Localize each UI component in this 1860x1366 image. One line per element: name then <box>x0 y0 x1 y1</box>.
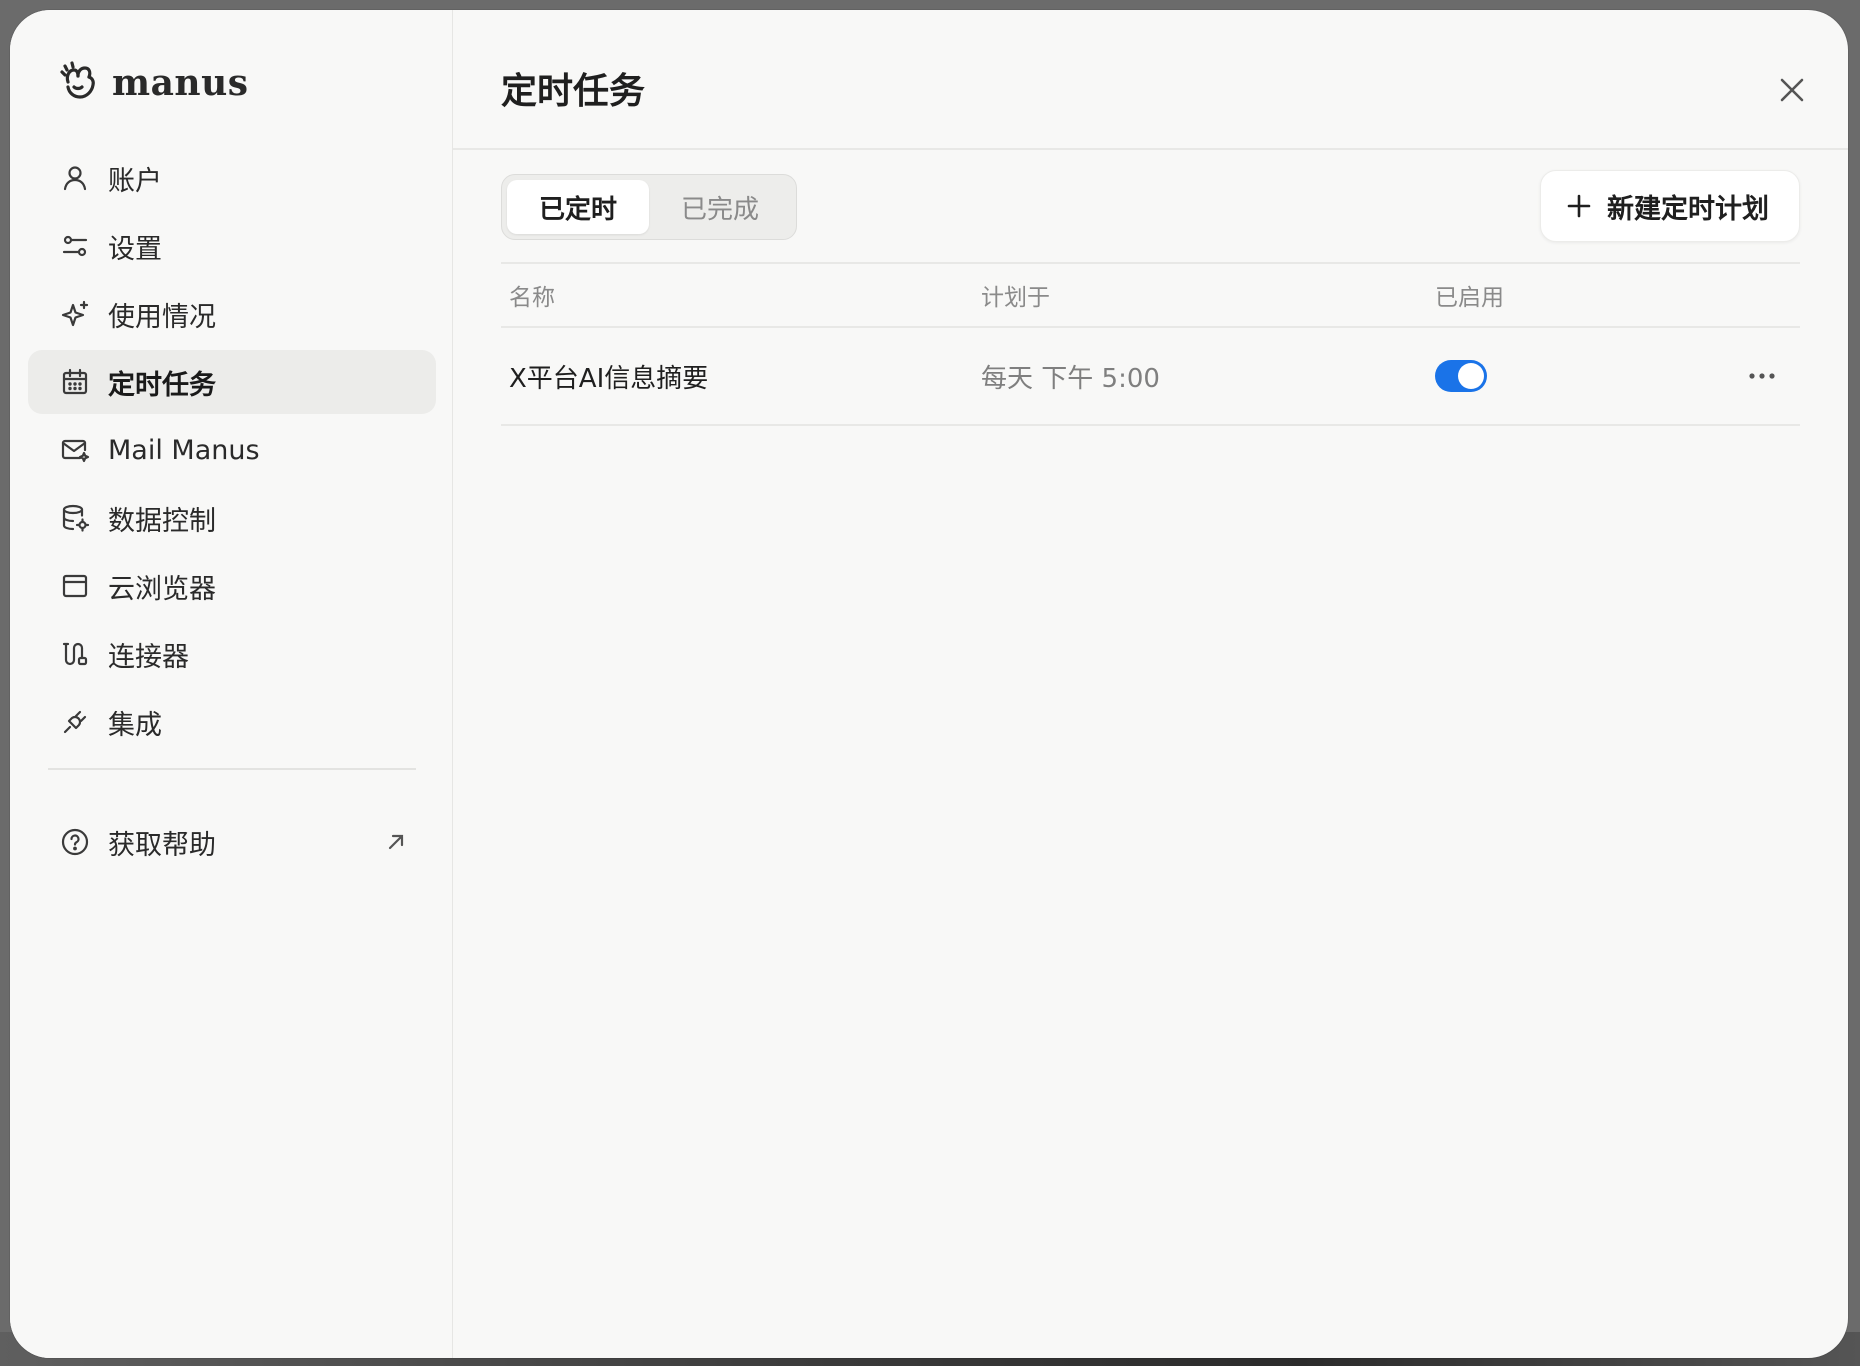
column-header-name: 名称 <box>509 285 555 311</box>
more-horizontal-icon <box>1749 373 1775 379</box>
sidebar-item-label: 设置 <box>108 233 162 265</box>
sidebar-item-label: Mail Manus <box>108 434 260 466</box>
task-name: X平台AI信息摘要 <box>509 363 709 394</box>
connector-icon <box>60 639 90 669</box>
tab-scheduled[interactable]: 已定时 <box>507 180 649 234</box>
sidebar-item-scheduled-tasks[interactable]: 定时任务 <box>28 350 436 414</box>
sidebar-divider <box>48 768 416 770</box>
sidebar-item-usage[interactable]: 使用情况 <box>28 282 436 346</box>
sidebar-item-label: 云浏览器 <box>108 573 216 605</box>
sidebar-item-label: 数据控制 <box>108 505 216 537</box>
sidebar-item-label: 定时任务 <box>108 369 216 401</box>
row-more-button[interactable] <box>1744 358 1780 394</box>
enabled-toggle[interactable] <box>1435 360 1487 392</box>
sidebar-item-mail-manus[interactable]: Mail Manus <box>28 418 436 482</box>
plus-icon <box>1565 192 1593 220</box>
sidebar-item-data-controls[interactable]: 数据控制 <box>28 486 436 550</box>
settings-dialog: manus 账户 设置 使用情况 定时任务 Mail Manus 数据控制 云浏… <box>10 10 1848 1358</box>
sidebar-item-cloud-browser[interactable]: 云浏览器 <box>28 554 436 618</box>
page-title: 定时任务 <box>501 71 646 112</box>
sidebar-item-integrations[interactable]: 集成 <box>28 690 436 754</box>
toggle-knob <box>1458 363 1484 389</box>
close-button[interactable] <box>1772 70 1812 110</box>
sidebar-item-label: 获取帮助 <box>108 829 216 861</box>
sliders-icon <box>60 231 90 261</box>
new-schedule-button[interactable]: 新建定时计划 <box>1540 170 1800 242</box>
header-divider <box>453 148 1848 150</box>
sidebar: manus 账户 设置 使用情况 定时任务 Mail Manus 数据控制 云浏… <box>10 10 453 1358</box>
user-icon <box>60 163 90 193</box>
plug-icon <box>60 707 90 737</box>
sidebar-item-connectors[interactable]: 连接器 <box>28 622 436 686</box>
sidebar-nav: 账户 设置 使用情况 定时任务 Mail Manus 数据控制 云浏览器 连接器… <box>28 146 436 758</box>
brand: manus <box>56 60 249 106</box>
sidebar-item-settings[interactable]: 设置 <box>28 214 436 278</box>
table-row[interactable]: X平台AI信息摘要 每天 下午 5:00 <box>501 328 1800 426</box>
sparkle-icon <box>60 299 90 329</box>
column-header-schedule: 计划于 <box>981 285 1050 311</box>
database-gear-icon <box>60 503 90 533</box>
manus-logo-icon <box>60 61 95 99</box>
sidebar-item-label: 集成 <box>108 709 162 741</box>
enabled-cell <box>1435 360 1487 392</box>
column-header-enabled: 已启用 <box>1435 285 1504 311</box>
task-status-tabs: 已定时 已完成 <box>501 174 797 240</box>
calendar-icon <box>60 367 90 397</box>
mail-icon <box>60 435 90 465</box>
scheduled-tasks-table: 名称 计划于 已启用 X平台AI信息摘要 每天 下午 5:00 <box>501 262 1800 426</box>
browser-window-icon <box>60 571 90 601</box>
tab-completed[interactable]: 已完成 <box>649 180 791 234</box>
task-schedule: 每天 下午 5:00 <box>981 363 1160 394</box>
sidebar-item-get-help[interactable]: 获取帮助 <box>28 810 436 874</box>
table-header: 名称 计划于 已启用 <box>501 264 1800 328</box>
sidebar-item-account[interactable]: 账户 <box>28 146 436 210</box>
brand-name: manus <box>112 62 249 104</box>
close-icon <box>1780 78 1804 102</box>
sidebar-item-label: 使用情况 <box>108 301 216 333</box>
sidebar-item-label: 连接器 <box>108 641 189 673</box>
new-schedule-label: 新建定时计划 <box>1607 193 1769 225</box>
main-panel: 定时任务 已定时 已完成 新建定时计划 名称 计划于 已启用 X平台AI信息摘要 <box>453 10 1848 1358</box>
sidebar-item-label: 账户 <box>108 165 162 197</box>
help-circle-icon <box>60 827 90 857</box>
arrow-up-right-icon <box>384 830 408 854</box>
